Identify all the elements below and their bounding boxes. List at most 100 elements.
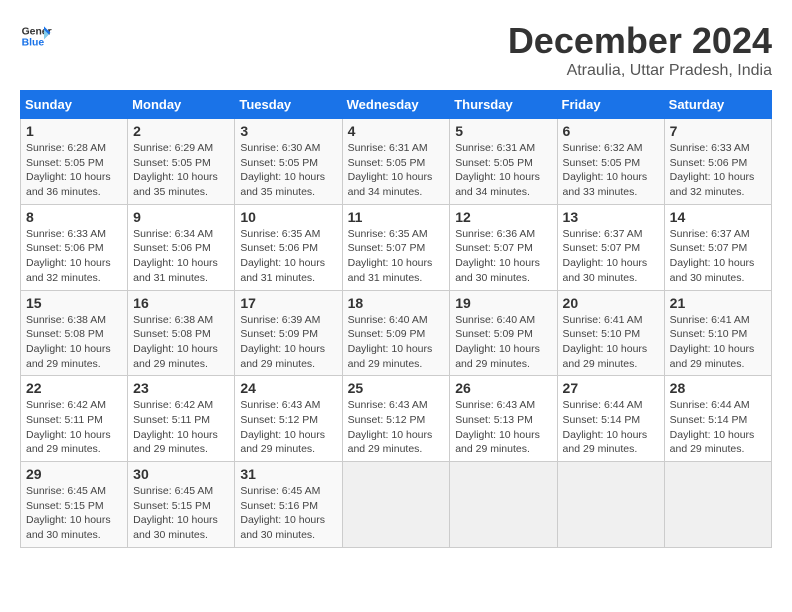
day-info: Sunrise: 6:45 AM Sunset: 5:15 PM Dayligh… <box>26 484 122 543</box>
calendar-cell: 1Sunrise: 6:28 AM Sunset: 5:05 PM Daylig… <box>21 119 128 205</box>
day-number: 18 <box>348 295 445 311</box>
day-info: Sunrise: 6:45 AM Sunset: 5:16 PM Dayligh… <box>240 484 336 543</box>
day-info: Sunrise: 6:41 AM Sunset: 5:10 PM Dayligh… <box>563 313 659 372</box>
day-of-week-header: Saturday <box>664 91 771 119</box>
calendar-header-row: SundayMondayTuesdayWednesdayThursdayFrid… <box>21 91 772 119</box>
day-info: Sunrise: 6:40 AM Sunset: 5:09 PM Dayligh… <box>348 313 445 372</box>
svg-text:Blue: Blue <box>22 38 45 49</box>
calendar-cell: 8Sunrise: 6:33 AM Sunset: 5:06 PM Daylig… <box>21 204 128 290</box>
day-info: Sunrise: 6:40 AM Sunset: 5:09 PM Dayligh… <box>455 313 551 372</box>
logo-icon: General Blue <box>20 20 52 52</box>
day-info: Sunrise: 6:31 AM Sunset: 5:05 PM Dayligh… <box>348 141 445 200</box>
day-info: Sunrise: 6:28 AM Sunset: 5:05 PM Dayligh… <box>26 141 122 200</box>
day-number: 9 <box>133 209 229 225</box>
day-info: Sunrise: 6:41 AM Sunset: 5:10 PM Dayligh… <box>670 313 766 372</box>
calendar-cell: 26 Sunrise: 6:43 AM Sunset: 5:13 PM Dayli… <box>450 376 557 462</box>
calendar-cell <box>342 462 450 548</box>
day-number: 27 <box>563 380 659 396</box>
calendar-cell: 14Sunrise: 6:37 AM Sunset: 5:07 PM Dayli… <box>664 204 771 290</box>
day-info: Sunrise: 6:37 AM Sunset: 5:07 PM Dayligh… <box>563 227 659 286</box>
day-of-week-header: Tuesday <box>235 91 342 119</box>
day-of-week-header: Monday <box>128 91 235 119</box>
day-number: 25 <box>348 380 445 396</box>
day-number: 5 <box>455 123 551 139</box>
day-of-week-header: Thursday <box>450 91 557 119</box>
calendar-cell <box>557 462 664 548</box>
calendar-cell: 20 Sunrise: 6:41 AM Sunset: 5:10 PM Dayli… <box>557 290 664 376</box>
calendar-cell: 27Sunrise: 6:44 AM Sunset: 5:14 PM Dayli… <box>557 376 664 462</box>
day-info: Sunrise: 6:31 AM Sunset: 5:05 PM Dayligh… <box>455 141 551 200</box>
day-number: 21 <box>670 295 766 311</box>
day-number: 26 <box>455 380 551 396</box>
calendar-cell: 24Sunrise: 6:43 AM Sunset: 5:12 PM Dayli… <box>235 376 342 462</box>
day-number: 19 <box>455 295 551 311</box>
calendar-table: SundayMondayTuesdayWednesdayThursdayFrid… <box>20 90 772 548</box>
day-info: Sunrise: 6:34 AM Sunset: 5:06 PM Dayligh… <box>133 227 229 286</box>
logo: General Blue <box>20 20 52 52</box>
day-number: 7 <box>670 123 766 139</box>
day-of-week-header: Wednesday <box>342 91 450 119</box>
calendar-cell: 2Sunrise: 6:29 AM Sunset: 5:05 PM Daylig… <box>128 119 235 205</box>
calendar-cell: 25 Sunrise: 6:43 AM Sunset: 5:12 PM Dayli… <box>342 376 450 462</box>
calendar-cell: 19 Sunrise: 6:40 AM Sunset: 5:09 PM Dayli… <box>450 290 557 376</box>
day-number: 31 <box>240 466 336 482</box>
day-info: Sunrise: 6:42 AM Sunset: 5:11 PM Dayligh… <box>26 398 122 457</box>
calendar-cell: 3 Sunrise: 6:30 AM Sunset: 5:05 PM Daylig… <box>235 119 342 205</box>
day-info: Sunrise: 6:43 AM Sunset: 5:13 PM Dayligh… <box>455 398 551 457</box>
day-number: 20 <box>563 295 659 311</box>
calendar-cell: 10 Sunrise: 6:35 AM Sunset: 5:06 PM Dayli… <box>235 204 342 290</box>
calendar-cell: 9 Sunrise: 6:34 AM Sunset: 5:06 PM Daylig… <box>128 204 235 290</box>
day-number: 24 <box>240 380 336 396</box>
calendar-cell: 18 Sunrise: 6:40 AM Sunset: 5:09 PM Dayli… <box>342 290 450 376</box>
day-info: Sunrise: 6:44 AM Sunset: 5:14 PM Dayligh… <box>670 398 766 457</box>
calendar-cell: 31 Sunrise: 6:45 AM Sunset: 5:16 PM Dayli… <box>235 462 342 548</box>
title-block: December 2024 Atraulia, Uttar Pradesh, I… <box>508 20 772 80</box>
day-info: Sunrise: 6:45 AM Sunset: 5:15 PM Dayligh… <box>133 484 229 543</box>
calendar-week-row: 29Sunrise: 6:45 AM Sunset: 5:15 PM Dayli… <box>21 462 772 548</box>
calendar-week-row: 8Sunrise: 6:33 AM Sunset: 5:06 PM Daylig… <box>21 204 772 290</box>
day-of-week-header: Sunday <box>21 91 128 119</box>
day-of-week-header: Friday <box>557 91 664 119</box>
calendar-cell <box>450 462 557 548</box>
day-number: 14 <box>670 209 766 225</box>
day-info: Sunrise: 6:32 AM Sunset: 5:05 PM Dayligh… <box>563 141 659 200</box>
calendar-week-row: 15 Sunrise: 6:38 AM Sunset: 5:08 PM Dayli… <box>21 290 772 376</box>
calendar-cell: 12 Sunrise: 6:36 AM Sunset: 5:07 PM Dayli… <box>450 204 557 290</box>
calendar-cell: 30 Sunrise: 6:45 AM Sunset: 5:15 PM Dayli… <box>128 462 235 548</box>
day-info: Sunrise: 6:33 AM Sunset: 5:06 PM Dayligh… <box>26 227 122 286</box>
day-number: 13 <box>563 209 659 225</box>
day-number: 28 <box>670 380 766 396</box>
day-number: 30 <box>133 466 229 482</box>
day-number: 12 <box>455 209 551 225</box>
day-number: 10 <box>240 209 336 225</box>
day-info: Sunrise: 6:36 AM Sunset: 5:07 PM Dayligh… <box>455 227 551 286</box>
day-info: Sunrise: 6:38 AM Sunset: 5:08 PM Dayligh… <box>26 313 122 372</box>
day-info: Sunrise: 6:38 AM Sunset: 5:08 PM Dayligh… <box>133 313 229 372</box>
calendar-cell: 21 Sunrise: 6:41 AM Sunset: 5:10 PM Dayli… <box>664 290 771 376</box>
day-number: 3 <box>240 123 336 139</box>
day-number: 6 <box>563 123 659 139</box>
calendar-cell: 4 Sunrise: 6:31 AM Sunset: 5:05 PM Daylig… <box>342 119 450 205</box>
calendar-cell: 15 Sunrise: 6:38 AM Sunset: 5:08 PM Dayli… <box>21 290 128 376</box>
page-header: General Blue December 2024 Atraulia, Utt… <box>20 20 772 80</box>
month-title: December 2024 <box>508 20 772 62</box>
day-number: 22 <box>26 380 122 396</box>
calendar-cell: 11Sunrise: 6:35 AM Sunset: 5:07 PM Dayli… <box>342 204 450 290</box>
calendar-cell: 29Sunrise: 6:45 AM Sunset: 5:15 PM Dayli… <box>21 462 128 548</box>
day-number: 11 <box>348 209 445 225</box>
calendar-cell: 22 Sunrise: 6:42 AM Sunset: 5:11 PM Dayli… <box>21 376 128 462</box>
day-info: Sunrise: 6:35 AM Sunset: 5:06 PM Dayligh… <box>240 227 336 286</box>
day-number: 23 <box>133 380 229 396</box>
calendar-cell: 23Sunrise: 6:42 AM Sunset: 5:11 PM Dayli… <box>128 376 235 462</box>
calendar-cell <box>664 462 771 548</box>
calendar-cell: 13 Sunrise: 6:37 AM Sunset: 5:07 PM Dayli… <box>557 204 664 290</box>
calendar-cell: 6 Sunrise: 6:32 AM Sunset: 5:05 PM Daylig… <box>557 119 664 205</box>
calendar-week-row: 1Sunrise: 6:28 AM Sunset: 5:05 PM Daylig… <box>21 119 772 205</box>
day-number: 4 <box>348 123 445 139</box>
calendar-cell: 5 Sunrise: 6:31 AM Sunset: 5:05 PM Daylig… <box>450 119 557 205</box>
day-number: 17 <box>240 295 336 311</box>
day-number: 15 <box>26 295 122 311</box>
day-info: Sunrise: 6:43 AM Sunset: 5:12 PM Dayligh… <box>348 398 445 457</box>
calendar-cell: 7Sunrise: 6:33 AM Sunset: 5:06 PM Daylig… <box>664 119 771 205</box>
day-info: Sunrise: 6:30 AM Sunset: 5:05 PM Dayligh… <box>240 141 336 200</box>
